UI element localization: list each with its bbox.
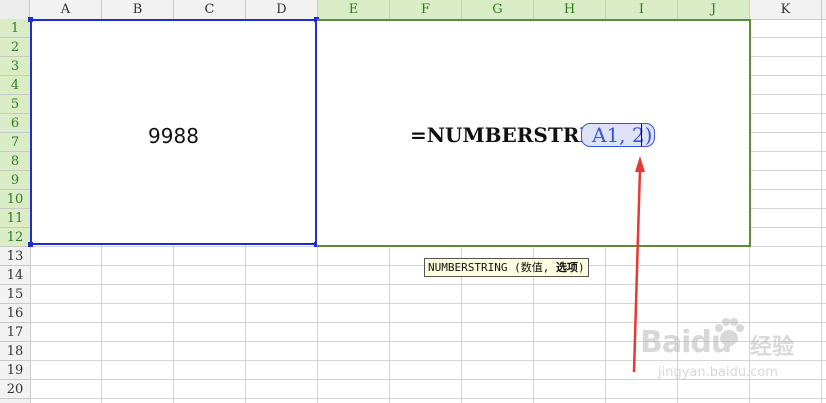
selection-handle-bottom-left[interactable] — [28, 242, 33, 247]
row-header-17[interactable]: 17 — [0, 323, 30, 342]
text-cursor — [641, 124, 642, 146]
paw-icon — [715, 318, 744, 346]
column-header-i[interactable]: I — [606, 0, 678, 19]
column-header-g[interactable]: G — [462, 0, 534, 19]
row-header-2[interactable]: 2 — [0, 38, 30, 57]
column-header-bar: A B C D E F G H I J K — [0, 0, 826, 20]
column-header-k[interactable]: K — [750, 0, 822, 19]
column-header-f[interactable]: F — [390, 0, 462, 19]
row-header-10[interactable]: 10 — [0, 190, 30, 209]
column-header-h[interactable]: H — [534, 0, 606, 19]
select-all-corner[interactable] — [0, 0, 30, 19]
row-header-3[interactable]: 3 — [0, 57, 30, 76]
tooltip-signature: (数值, — [507, 261, 556, 274]
row-header-1[interactable]: 1 — [0, 19, 30, 38]
watermark-brand-cn: 经验 — [750, 335, 795, 360]
selection-handle-top-left[interactable] — [28, 17, 33, 22]
row-header-20[interactable]: 20 — [0, 380, 30, 399]
tooltip-current-argument: 选项 — [555, 261, 578, 274]
formula-close-paren: ) — [644, 123, 653, 147]
formula-arguments: A1, 2) — [592, 123, 652, 147]
baidu-watermark: Baidu 经验 jingyan.baidu.com — [640, 315, 820, 385]
column-header-a[interactable]: A — [30, 0, 102, 19]
column-header-d[interactable]: D — [246, 0, 318, 19]
row-header-4[interactable]: 4 — [0, 76, 30, 95]
row-header-12[interactable]: 12 — [0, 228, 30, 247]
column-header-c[interactable]: C — [174, 0, 246, 19]
function-signature-tooltip: NUMBERSTRING (数值, 选项) — [424, 258, 589, 277]
row-header-19[interactable]: 19 — [0, 361, 30, 380]
row-header-5[interactable]: 5 — [0, 95, 30, 114]
row-header-6[interactable]: 6 — [0, 114, 30, 133]
row-header-16[interactable]: 16 — [0, 304, 30, 323]
column-header-j[interactable]: J — [678, 0, 750, 19]
column-header-e[interactable]: E — [318, 0, 390, 19]
row-header-18[interactable]: 18 — [0, 342, 30, 361]
row-header-8[interactable]: 8 — [0, 152, 30, 171]
formula-args-text: A1, 2 — [592, 123, 645, 147]
cell-a1-value: 9988 — [148, 124, 199, 148]
tooltip-close: ) — [577, 261, 585, 274]
row-header-13[interactable]: 13 — [0, 247, 30, 266]
row-header-7[interactable]: 7 — [0, 133, 30, 152]
column-header-b[interactable]: B — [102, 0, 174, 19]
watermark-url: jingyan.baidu.com — [658, 365, 778, 380]
tooltip-function-name: NUMBERSTRING — [428, 261, 508, 274]
row-header-14[interactable]: 14 — [0, 266, 30, 285]
row-header-bar: 1 2 3 4 5 6 7 8 9 10 11 12 13 14 15 16 1… — [0, 19, 31, 403]
row-header-9[interactable]: 9 — [0, 171, 30, 190]
row-header-15[interactable]: 15 — [0, 285, 30, 304]
spreadsheet: A B C D E F G H I J K 1 2 3 4 5 6 7 8 9 … — [0, 0, 826, 403]
row-header-11[interactable]: 11 — [0, 209, 30, 228]
